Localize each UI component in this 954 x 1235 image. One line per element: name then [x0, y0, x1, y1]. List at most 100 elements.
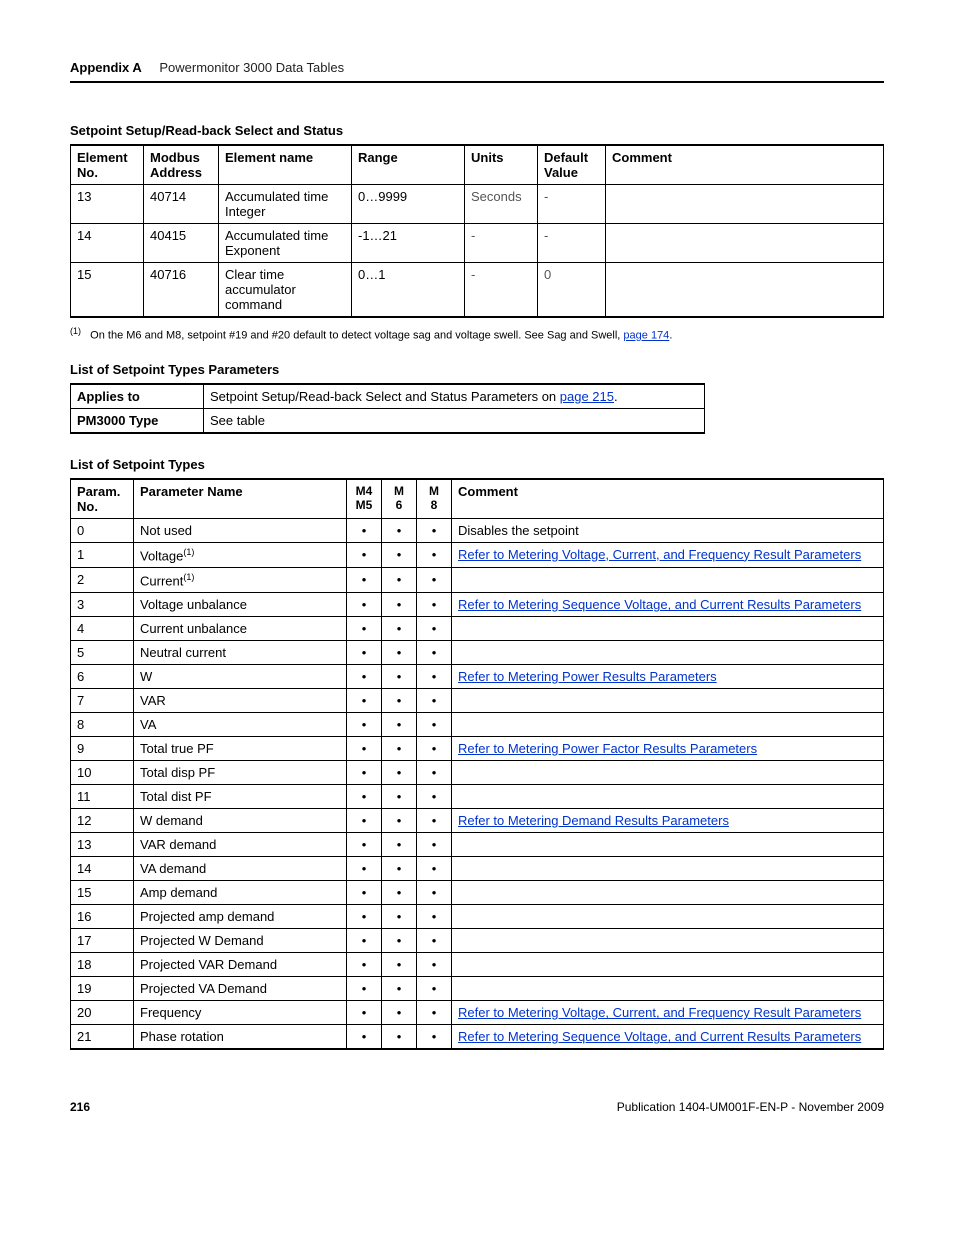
th-element-no: Element No.: [71, 145, 144, 185]
table-cell: •: [347, 737, 382, 761]
table-cell: •: [347, 761, 382, 785]
appendix-label: Appendix A: [70, 60, 142, 75]
table-cell: Projected amp demand: [134, 905, 347, 929]
table-cell: •: [417, 542, 452, 567]
table-cell: •: [417, 953, 452, 977]
table-cell: 4: [71, 617, 134, 641]
table-cell: •: [347, 713, 382, 737]
table-cell: •: [347, 785, 382, 809]
table-cell: •: [347, 857, 382, 881]
table-cell: •: [347, 593, 382, 617]
table-cell: •: [417, 833, 452, 857]
th-modbus: Modbus Address: [144, 145, 219, 185]
table-cell: •: [347, 617, 382, 641]
table-cell: •: [382, 1025, 417, 1050]
comment-link[interactable]: Refer to Metering Demand Results Paramet…: [458, 813, 729, 828]
table-cell: 15: [71, 881, 134, 905]
table-cell: 13: [71, 833, 134, 857]
table-cell: [452, 977, 884, 1001]
table-cell: •: [382, 665, 417, 689]
applies-to-link[interactable]: page 215: [560, 389, 614, 404]
table-cell: •: [382, 881, 417, 905]
page-number: 216: [70, 1100, 90, 1114]
table-cell: Voltage(1): [134, 542, 347, 567]
table-cell: Seconds: [465, 185, 538, 224]
table-cell: •: [382, 1001, 417, 1025]
setpoint-params-table: Applies to Setpoint Setup/Read-back Sele…: [70, 383, 705, 434]
table-cell: 0…1: [352, 263, 465, 318]
table-cell: 0: [71, 518, 134, 542]
table-cell: [452, 881, 884, 905]
table-cell: 0…9999: [352, 185, 465, 224]
table-cell: •: [382, 713, 417, 737]
table-cell: •: [347, 929, 382, 953]
table-cell: 8: [71, 713, 134, 737]
table-cell: [452, 785, 884, 809]
table-cell: [452, 905, 884, 929]
table-cell: •: [347, 905, 382, 929]
table-cell: •: [347, 567, 382, 592]
table-cell: 2: [71, 567, 134, 592]
table-cell: •: [347, 953, 382, 977]
table-cell: 40415: [144, 224, 219, 263]
table-cell: 16: [71, 905, 134, 929]
table-cell: •: [417, 665, 452, 689]
table-cell: 1: [71, 542, 134, 567]
table-cell: 13: [71, 185, 144, 224]
table-cell: 14: [71, 224, 144, 263]
table-cell: 6: [71, 665, 134, 689]
th-m8: M8: [417, 479, 452, 519]
header-title: Powermonitor 3000 Data Tables: [159, 60, 344, 75]
comment-link[interactable]: Refer to Metering Sequence Voltage, and …: [458, 597, 861, 612]
th-m6: M6: [382, 479, 417, 519]
table-cell: 14: [71, 857, 134, 881]
table-cell: •: [347, 518, 382, 542]
footnote-link[interactable]: page 174: [623, 330, 669, 342]
table-cell: 20: [71, 1001, 134, 1025]
comment-link[interactable]: Refer to Metering Sequence Voltage, and …: [458, 1029, 861, 1044]
table-cell: Refer to Metering Voltage, Current, and …: [452, 542, 884, 567]
comment-link[interactable]: Refer to Metering Voltage, Current, and …: [458, 1005, 861, 1020]
page-footer: 216 Publication 1404-UM001F-EN-P - Novem…: [70, 1100, 884, 1114]
table-cell: •: [347, 1025, 382, 1050]
table-cell: -: [538, 224, 606, 263]
table-cell: •: [417, 713, 452, 737]
table-cell: •: [347, 665, 382, 689]
table-cell: •: [347, 689, 382, 713]
table1-footnote: (1) On the M6 and M8, setpoint #19 and #…: [70, 326, 884, 342]
comment-link[interactable]: Refer to Metering Power Factor Results P…: [458, 741, 757, 756]
th-comment3: Comment: [452, 479, 884, 519]
table-cell: •: [382, 857, 417, 881]
table-cell: •: [417, 737, 452, 761]
table-cell: Total true PF: [134, 737, 347, 761]
table-cell: •: [417, 761, 452, 785]
table-cell: 17: [71, 929, 134, 953]
th-comment: Comment: [606, 145, 884, 185]
table-cell: -: [538, 185, 606, 224]
table-cell: VAR: [134, 689, 347, 713]
table-cell: Total dist PF: [134, 785, 347, 809]
table-cell: •: [417, 809, 452, 833]
setpoint-status-table: Element No. Modbus Address Element name …: [70, 144, 884, 318]
table-cell: •: [382, 833, 417, 857]
table-cell: Projected W Demand: [134, 929, 347, 953]
table-cell: •: [417, 689, 452, 713]
table-cell: •: [382, 737, 417, 761]
table-cell: •: [382, 761, 417, 785]
table-cell: 12: [71, 809, 134, 833]
applies-to-pre: Setpoint Setup/Read-back Select and Stat…: [210, 389, 560, 404]
table-cell: •: [347, 641, 382, 665]
comment-link[interactable]: Refer to Metering Power Results Paramete…: [458, 669, 717, 684]
table-cell: Accumulated time Exponent: [219, 224, 352, 263]
table-cell: [452, 567, 884, 592]
table-cell: •: [417, 785, 452, 809]
table-cell: •: [417, 518, 452, 542]
applies-to-value: Setpoint Setup/Read-back Select and Stat…: [204, 384, 705, 409]
footnote-marker: (1): [70, 326, 81, 336]
table-cell: [452, 641, 884, 665]
table-cell: •: [382, 689, 417, 713]
table-cell: [452, 833, 884, 857]
comment-link[interactable]: Refer to Metering Voltage, Current, and …: [458, 547, 861, 562]
th-param-name: Parameter Name: [134, 479, 347, 519]
table-cell: 7: [71, 689, 134, 713]
